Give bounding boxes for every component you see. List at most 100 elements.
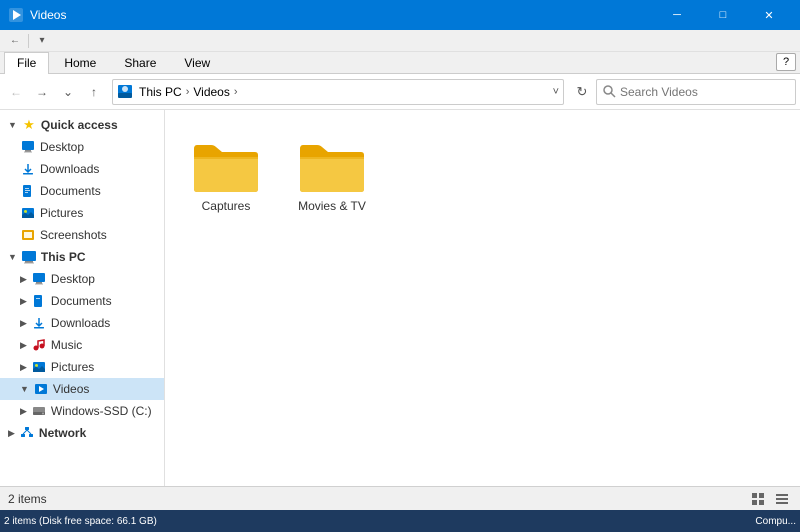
sidebar-section-quickaccess: ▼ ★ Quick access Desktop › Downloads › [0,114,164,246]
expand-arrow: ▶ [20,318,27,329]
up-button[interactable]: ↑ [82,80,106,104]
sidebar: ▼ ★ Quick access Desktop › Downloads › [0,110,165,486]
quickaccess-label: Quick access [41,118,118,132]
sidebar-item-desktop2[interactable]: ▶ Desktop [0,268,164,290]
movies-folder-icon [296,135,368,195]
path-sep1: › [186,86,190,98]
status-bar-right [748,489,792,509]
sidebar-item-pictures[interactable]: Pictures › [0,202,164,224]
tab-file[interactable]: File [4,52,49,74]
minimize-button[interactable]: ─ [654,0,700,30]
network-icon [19,425,35,441]
item-count: 2 items [8,492,47,506]
taskbar-disk-space: 2 items (Disk free space: 66.1 GB) [4,516,157,527]
address-path: This PC › Videos › [117,84,549,100]
sidebar-item-downloads2[interactable]: ▶ Downloads [0,312,164,334]
sidebar-item-desktop-label: Desktop [40,140,84,154]
window-controls: ─ □ ✕ [654,0,792,30]
expand-arrow: ▶ [20,362,27,373]
forward-button[interactable]: → [30,80,54,104]
screenshots-icon [20,227,36,243]
videos-icon [33,381,49,397]
sidebar-item-documents2-label: Documents [51,294,112,308]
search-input[interactable] [620,85,789,99]
network-label: Network [39,426,86,440]
path-sep2: › [234,86,238,98]
sidebar-section-network: ▶ Network [0,422,164,444]
documents-icon [20,183,36,199]
sidebar-item-screenshots[interactable]: Screenshots › [0,224,164,246]
close-button[interactable]: ✕ [746,0,792,30]
ribbon-tabs: File Home Share View ? [0,52,800,74]
sidebar-item-pictures2[interactable]: ▶ Pictures [0,356,164,378]
content-area: Captures Movies & TV [165,110,800,486]
sidebar-item-downloads2-label: Downloads [51,316,110,330]
back-button[interactable]: ← [4,80,28,104]
title-bar: Videos ─ □ ✕ [0,0,800,30]
sidebar-item-downloads[interactable]: Downloads › [0,158,164,180]
quickaccess-chevron: ▼ [8,120,17,130]
captures-label: Captures [202,199,251,213]
drive-icon [31,403,47,419]
sidebar-item-music[interactable]: ▶ Music [0,334,164,356]
sidebar-thispc-header[interactable]: ▼ This PC [0,246,164,268]
sidebar-item-pictures2-label: Pictures [51,360,94,374]
expand-arrow: ▶ [20,340,27,351]
tab-home[interactable]: Home [51,52,109,73]
address-dropdown-arrow[interactable]: ˅ [553,86,559,98]
folder-movies-tv[interactable]: Movies & TV [287,126,377,222]
help-button[interactable]: ? [776,53,796,71]
sidebar-item-windows-ssd-label: Windows-SSD (C:) [51,404,152,418]
sidebar-item-screenshots-label: Screenshots [40,228,107,242]
sidebar-item-documents2[interactable]: ▶ Documents [0,290,164,312]
network-chevron: ▶ [8,428,15,439]
taskbar: 2 items (Disk free space: 66.1 GB) Compu… [0,510,800,532]
sidebar-item-windows-ssd[interactable]: ▶ Windows-SSD (C:) [0,400,164,422]
folder-grid: Captures Movies & TV [181,126,784,222]
thispc-chevron: ▼ [8,252,17,262]
sidebar-item-pictures-label: Pictures [40,206,83,220]
view-large-icons-button[interactable] [748,489,768,509]
sidebar-item-documents[interactable]: Documents › [0,180,164,202]
qt-back[interactable]: ← [6,32,24,50]
view-details-button[interactable] [772,489,792,509]
window-title: Videos [30,8,654,22]
main-layout: ▼ ★ Quick access Desktop › Downloads › [0,110,800,486]
expand-arrow: ▼ [20,384,29,394]
qt-dropdown[interactable]: ▾ [33,32,51,50]
recent-locations-button[interactable]: ⌄ [56,80,80,104]
sidebar-item-music-label: Music [51,338,82,352]
expand-arrow: ▶ [20,274,27,285]
sidebar-quickaccess-header[interactable]: ▼ ★ Quick access [0,114,164,136]
pictures2-icon [31,359,47,375]
path-videos: Videos [193,85,229,99]
pictures-icon [20,205,36,221]
maximize-button[interactable]: □ [700,0,746,30]
sidebar-item-videos[interactable]: ▼ Videos [0,378,164,400]
quick-access-toolbar: ← ▾ [0,30,800,52]
status-bar: 2 items [0,486,800,510]
address-bar-row: ← → ⌄ ↑ This PC › Videos › ˅ ↻ [0,74,800,110]
sidebar-network-header[interactable]: ▶ Network [0,422,164,444]
refresh-button[interactable]: ↻ [570,80,594,104]
downloads2-icon [31,315,47,331]
folder-captures[interactable]: Captures [181,126,271,222]
tab-share[interactable]: Share [111,52,169,73]
movies-tv-label: Movies & TV [298,199,366,213]
tab-view[interactable]: View [171,52,223,73]
sidebar-section-thispc: ▼ This PC ▶ Desktop ▶ Documents [0,246,164,422]
sidebar-item-desktop2-label: Desktop [51,272,95,286]
thispc-label: This PC [41,250,86,264]
taskbar-computer-text: Compu... [755,516,796,527]
address-box[interactable]: This PC › Videos › ˅ [112,79,564,105]
expand-arrow: ▶ [20,406,27,417]
sidebar-item-documents-label: Documents [40,184,101,198]
music-icon [31,337,47,353]
path-thispc: This PC [139,85,182,99]
downloads-icon [20,161,36,177]
captures-folder-icon [190,135,262,195]
search-box[interactable] [596,79,796,105]
sidebar-item-desktop[interactable]: Desktop › [0,136,164,158]
app-icon [8,7,24,23]
desktop2-icon [31,271,47,287]
